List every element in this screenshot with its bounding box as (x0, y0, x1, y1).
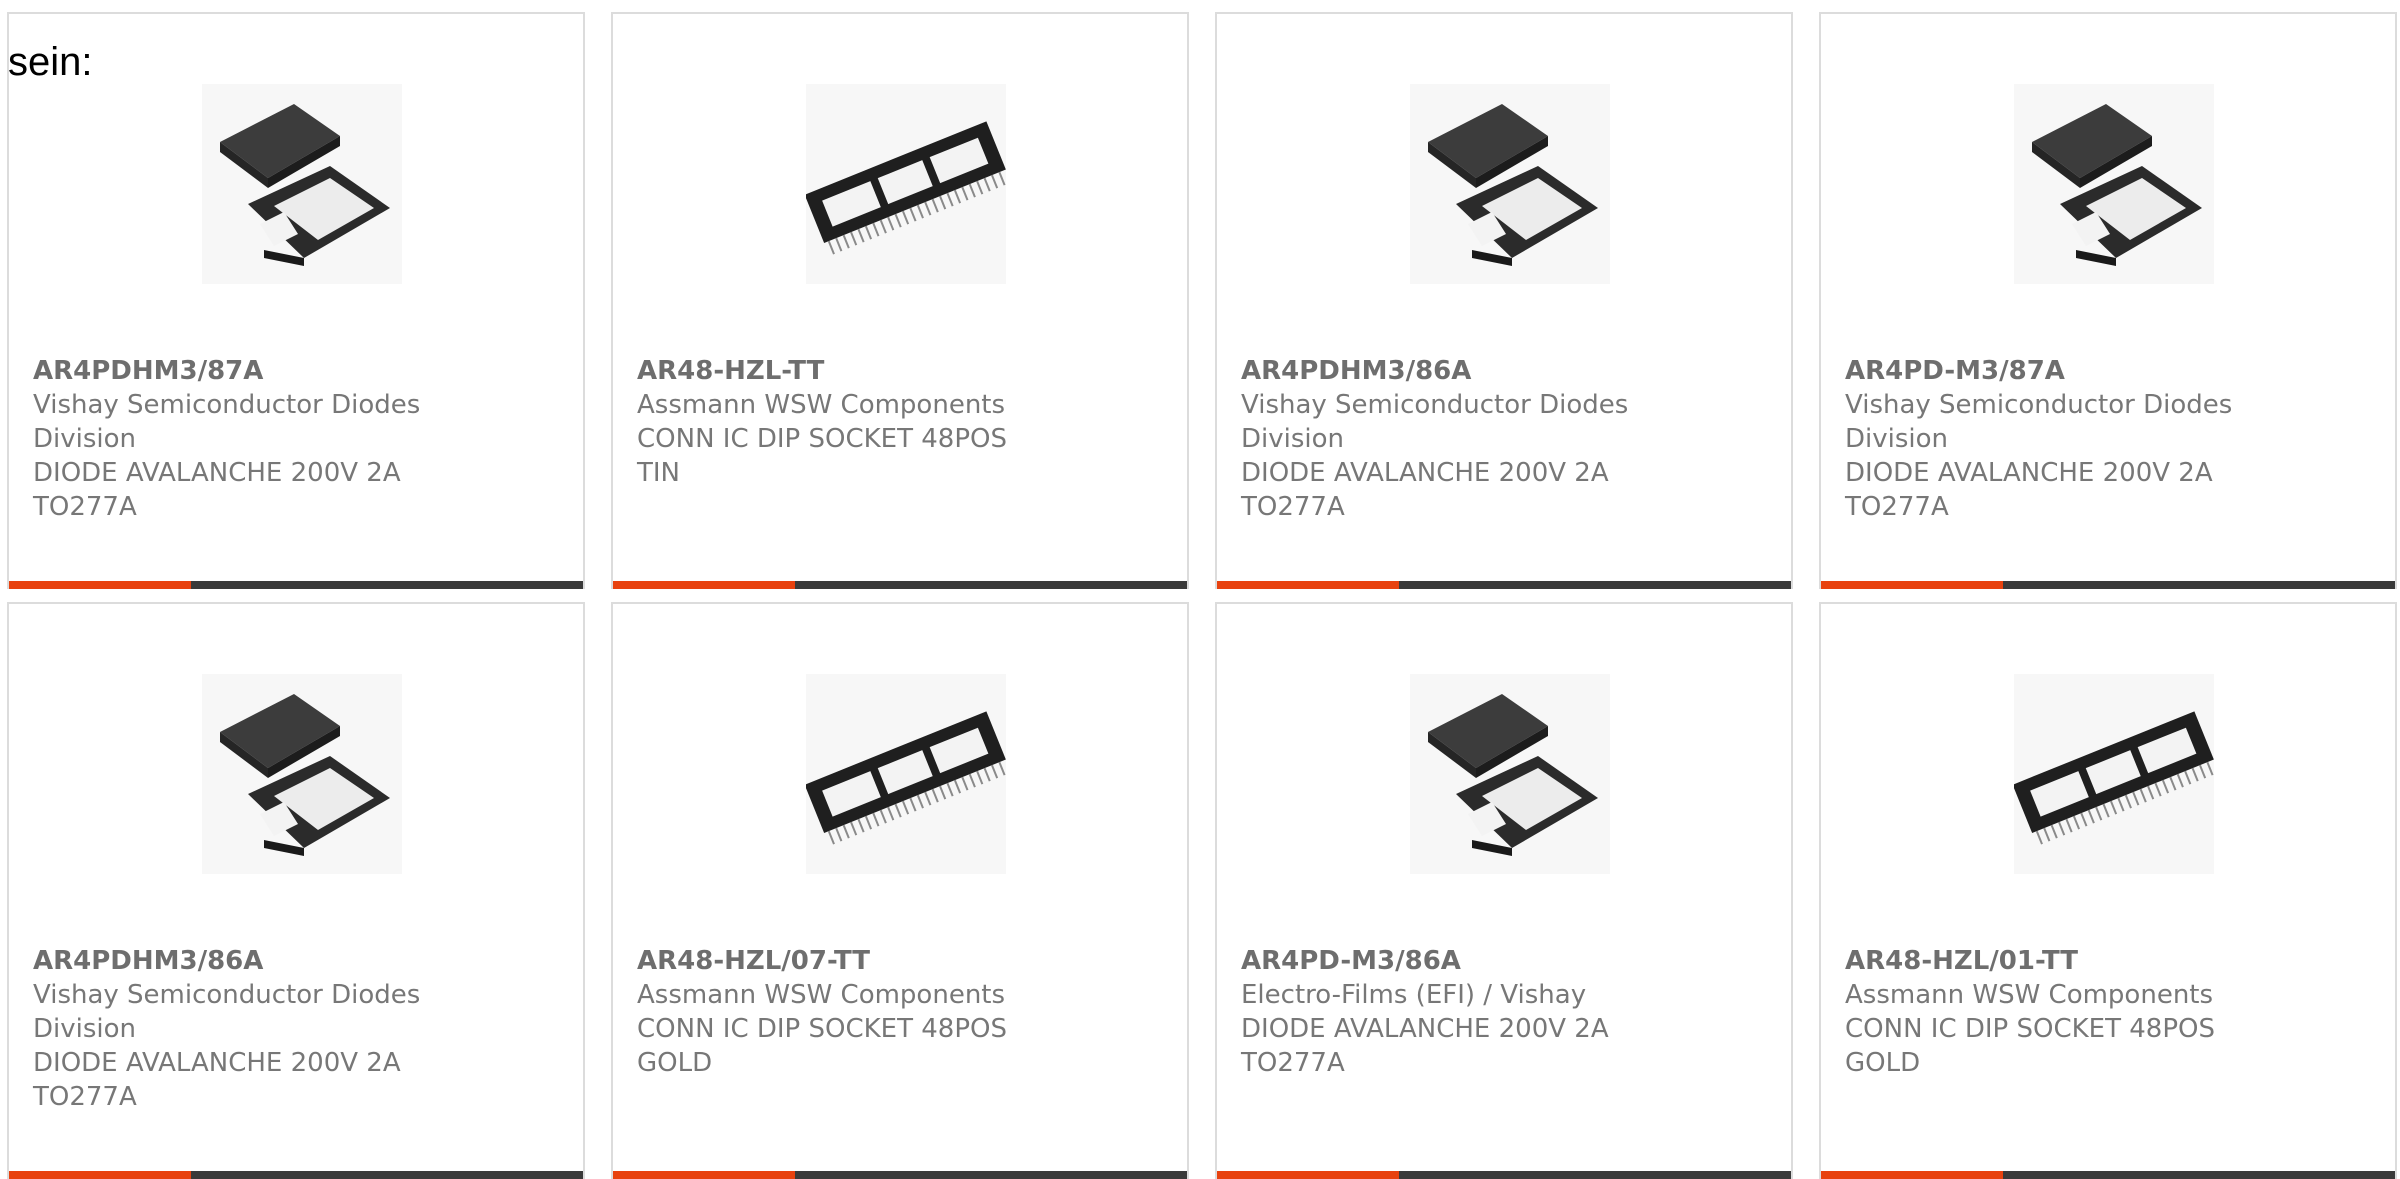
part-number[interactable]: AR48-HZL/07-TT (637, 944, 1163, 978)
description: DIODE AVALANCHE 200V 2A TO277A (1845, 458, 2213, 522)
product-image[interactable] (806, 674, 1006, 874)
card-bottom-bar (1821, 1171, 2395, 1179)
diode-package-icon (220, 104, 390, 266)
product-card[interactable]: AR48-HZL-TT Assmann WSW Components CONN … (611, 12, 1189, 589)
part-number[interactable]: AR4PDHM3/86A (33, 944, 559, 978)
part-number[interactable]: AR4PD-M3/86A (1241, 944, 1767, 978)
product-image[interactable] (1410, 84, 1610, 284)
product-card[interactable]: AR48-HZL/07-TT Assmann WSW Components CO… (611, 602, 1189, 1179)
description: CONN IC DIP SOCKET 48POS GOLD (1845, 1014, 2215, 1078)
card-accent-bar (1821, 581, 2003, 589)
card-accent-bar (1217, 581, 1399, 589)
dip-socket-icon (806, 121, 1006, 255)
product-card[interactable]: AR4PDHM3/87A Vishay Semiconductor Diodes… (7, 12, 585, 589)
manufacturer: Assmann WSW Components (1845, 980, 2214, 1010)
description: DIODE AVALANCHE 200V 2A TO277A (33, 1048, 401, 1112)
card-bottom-bar (613, 1171, 1187, 1179)
product-card[interactable]: AR4PDHM3/86A Vishay Semiconductor Diodes… (7, 602, 585, 1179)
card-accent-bar (613, 581, 795, 589)
manufacturer: Assmann WSW Components (637, 980, 1006, 1010)
product-image[interactable] (806, 84, 1006, 284)
card-accent-bar (1821, 1171, 2003, 1179)
product-card[interactable]: AR48-HZL/01-TT Assmann WSW Components CO… (1819, 602, 2397, 1179)
part-number[interactable]: AR4PDHM3/87A (33, 354, 559, 388)
card-bottom-bar (1821, 581, 2395, 589)
card-accent-bar (1217, 1171, 1399, 1179)
intro-text: sein: (8, 40, 93, 84)
diode-package-icon (2032, 104, 2202, 266)
card-bottom-bar (1217, 581, 1791, 589)
dip-socket-icon (2014, 711, 2214, 845)
product-image[interactable] (202, 674, 402, 874)
card-accent-bar (9, 1171, 191, 1179)
card-bottom-bar (9, 581, 583, 589)
product-image[interactable] (2014, 84, 2214, 284)
description: CONN IC DIP SOCKET 48POS GOLD (637, 1014, 1007, 1078)
manufacturer: Vishay Semiconductor Diodes Division (33, 980, 421, 1044)
card-bottom-bar (1217, 1171, 1791, 1179)
product-card[interactable]: AR4PD-M3/86A Electro-Films (EFI) / Visha… (1215, 602, 1793, 1179)
description: CONN IC DIP SOCKET 48POS TIN (637, 424, 1007, 488)
description: DIODE AVALANCHE 200V 2A TO277A (1241, 458, 1609, 522)
product-card[interactable]: AR4PD-M3/87A Vishay Semiconductor Diodes… (1819, 12, 2397, 589)
card-bottom-bar (9, 1171, 583, 1179)
card-accent-bar (613, 1171, 795, 1179)
card-accent-bar (9, 581, 191, 589)
product-image[interactable] (202, 84, 402, 284)
manufacturer: Electro-Films (EFI) / Vishay (1241, 980, 1587, 1010)
part-number[interactable]: AR4PDHM3/86A (1241, 354, 1767, 388)
part-number[interactable]: AR48-HZL/01-TT (1845, 944, 2371, 978)
diode-package-icon (1428, 104, 1598, 266)
dip-socket-icon (806, 711, 1006, 845)
description: DIODE AVALANCHE 200V 2A TO277A (33, 458, 401, 522)
manufacturer: Vishay Semiconductor Diodes Division (1241, 390, 1629, 454)
manufacturer: Vishay Semiconductor Diodes Division (33, 390, 421, 454)
product-card[interactable]: AR4PDHM3/86A Vishay Semiconductor Diodes… (1215, 12, 1793, 589)
card-bottom-bar (613, 581, 1187, 589)
description: DIODE AVALANCHE 200V 2A TO277A (1241, 1014, 1609, 1078)
manufacturer: Vishay Semiconductor Diodes Division (1845, 390, 2233, 454)
product-image[interactable] (1410, 674, 1610, 874)
part-number[interactable]: AR4PD-M3/87A (1845, 354, 2371, 388)
diode-package-icon (1428, 694, 1598, 856)
manufacturer: Assmann WSW Components (637, 390, 1006, 420)
diode-package-icon (220, 694, 390, 856)
part-number[interactable]: AR48-HZL-TT (637, 354, 1163, 388)
product-image[interactable] (2014, 674, 2214, 874)
